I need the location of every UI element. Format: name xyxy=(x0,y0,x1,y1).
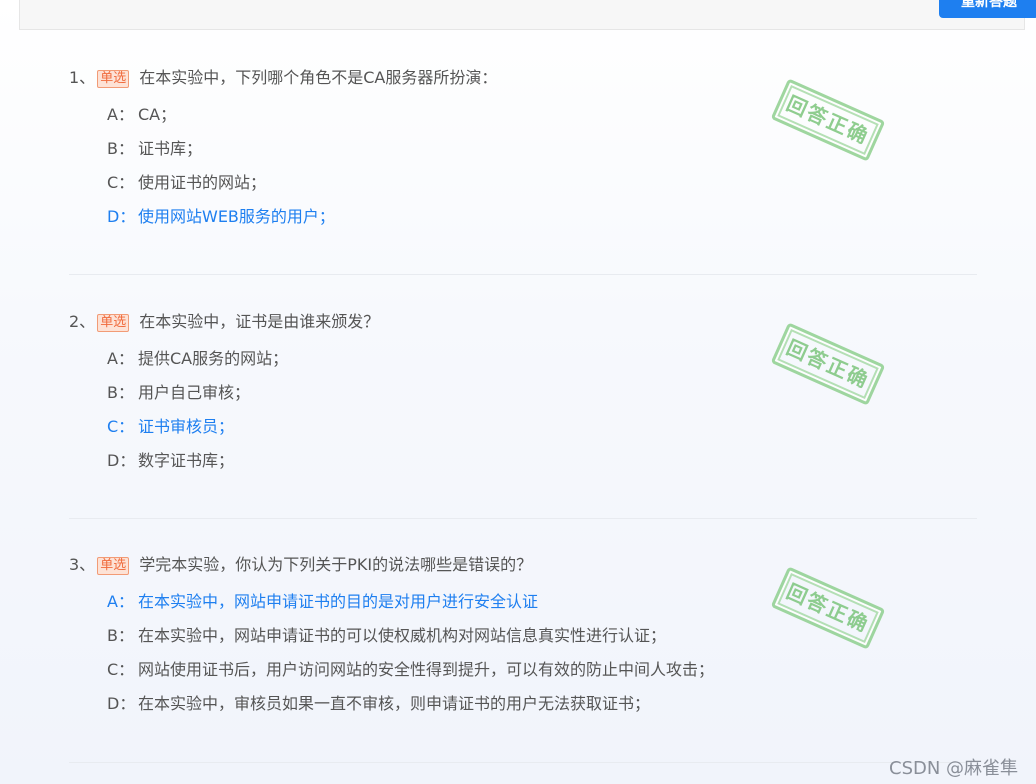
option-letter: D： xyxy=(107,694,136,713)
option-letter: A： xyxy=(107,349,134,368)
option-text: 证书审核员； xyxy=(138,417,235,436)
single-choice-badge: 单选 xyxy=(97,70,130,88)
option-text: 用户自己审核； xyxy=(138,383,251,402)
option-c[interactable]: C： 网站使用证书后，用户访问网站的安全性得到提升，可以有效的防止中间人攻击； xyxy=(107,653,977,687)
option-text: 数字证书库； xyxy=(138,451,235,470)
option-text: 在本实验中，网站申请证书的目的是对用户进行安全认证 xyxy=(138,592,539,611)
option-letter: B： xyxy=(107,383,134,402)
top-toolbar: 重新答题 xyxy=(19,0,1036,30)
single-choice-badge: 单选 xyxy=(97,314,130,332)
divider xyxy=(69,518,977,519)
option-letter: C： xyxy=(107,660,135,679)
question-title: 3、 单选 学完本实验，你认为下列关于PKI的说法哪些是错误的？ xyxy=(69,553,977,577)
option-text: CA； xyxy=(138,105,177,124)
divider xyxy=(69,274,977,275)
question-number: 1、 xyxy=(69,68,96,87)
option-letter: A： xyxy=(107,105,134,124)
option-d[interactable]: D： 使用网站WEB服务的用户； xyxy=(107,200,977,234)
option-text: 证书库； xyxy=(138,139,203,158)
option-letter: B： xyxy=(107,139,134,158)
option-d[interactable]: D： 数字证书库； xyxy=(107,444,977,478)
question-number: 3、 xyxy=(69,555,96,574)
option-d[interactable]: D： 在本实验中，审核员如果一直不审核，则申请证书的用户无法获取证书； xyxy=(107,687,977,721)
option-text: 网站使用证书后，用户访问网站的安全性得到提升，可以有效的防止中间人攻击； xyxy=(138,660,715,679)
option-text: 使用证书的网站； xyxy=(138,173,267,192)
option-letter: C： xyxy=(107,417,135,436)
divider xyxy=(69,762,977,763)
question-text: 学完本实验，你认为下列关于PKI的说法哪些是错误的？ xyxy=(139,555,533,574)
question-number: 2、 xyxy=(69,312,96,331)
option-letter: C： xyxy=(107,173,135,192)
option-letter: D： xyxy=(107,207,136,226)
option-letter: D： xyxy=(107,451,136,470)
question-title: 1、 单选 在本实验中，下列哪个角色不是CA服务器所扮演： xyxy=(69,66,977,90)
single-choice-badge: 单选 xyxy=(97,557,130,575)
option-text: 在本实验中，审核员如果一直不审核，则申请证书的用户无法获取证书； xyxy=(138,694,651,713)
option-text: 使用网站WEB服务的用户； xyxy=(138,207,335,226)
csdn-watermark: CSDN @麻雀隼 xyxy=(889,758,1019,779)
option-c[interactable]: C： 证书审核员； xyxy=(107,410,977,444)
question-text: 在本实验中，下列哪个角色不是CA服务器所扮演： xyxy=(139,68,498,87)
option-c[interactable]: C： 使用证书的网站； xyxy=(107,166,977,200)
option-letter: A： xyxy=(107,592,134,611)
option-text: 在本实验中，网站申请证书的可以使权威机构对网站信息真实性进行认证； xyxy=(138,626,667,645)
option-letter: B： xyxy=(107,626,134,645)
option-text: 提供CA服务的网站； xyxy=(138,349,289,368)
redo-quiz-button[interactable]: 重新答题 xyxy=(939,0,1036,18)
question-title: 2、 单选 在本实验中，证书是由谁来颁发？ xyxy=(69,310,977,334)
question-text: 在本实验中，证书是由谁来颁发？ xyxy=(139,312,380,331)
